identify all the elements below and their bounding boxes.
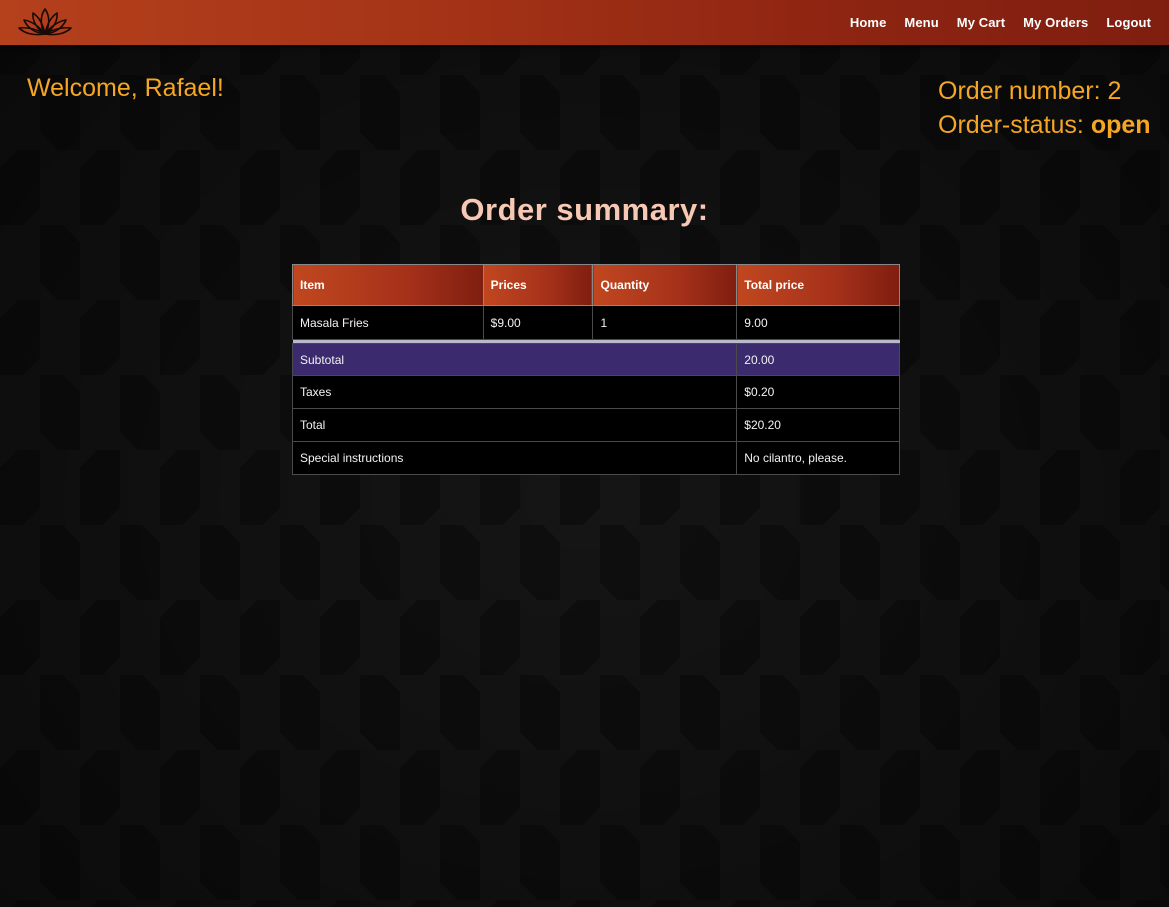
taxes-label: Taxes — [291, 375, 738, 409]
table-row: Masala Fries $9.00 1 9.00 — [292, 305, 900, 340]
order-summary-table: Item Prices Quantity Total price Masala … — [291, 264, 900, 475]
order-number: Order number: 2 — [938, 77, 1122, 105]
header-total-price: Total price — [736, 264, 900, 306]
instructions-row: Special instructions No cilantro, please… — [291, 441, 900, 475]
header-quantity: Quantity — [592, 264, 738, 306]
nav-links: Home Menu My Cart My Orders Logout — [850, 0, 1151, 45]
page-title: Order summary: — [460, 192, 709, 227]
lotus-logo-icon[interactable] — [17, 5, 73, 39]
header-item: Item — [292, 264, 484, 306]
total-value: $20.20 — [736, 408, 900, 442]
item-name: Masala Fries — [292, 305, 484, 340]
nav-home-link[interactable]: Home — [850, 15, 887, 30]
welcome-message: Welcome, Rafael! — [27, 74, 224, 102]
order-info: Order number: 2 Order-status: open — [938, 74, 1151, 142]
instructions-value: No cilantro, please. — [736, 441, 900, 475]
total-label: Total — [291, 408, 738, 442]
taxes-value: $0.20 — [736, 375, 900, 409]
order-status-value: open — [1090, 111, 1151, 139]
nav-menu-link[interactable]: Menu — [904, 15, 938, 30]
subtotal-value: 20.00 — [736, 343, 900, 376]
nav-my-cart-link[interactable]: My Cart — [957, 15, 1005, 30]
item-quantity: 1 — [592, 305, 738, 340]
item-total: 9.00 — [736, 305, 900, 340]
nav-my-orders-link[interactable]: My Orders — [1023, 15, 1088, 30]
subtotal-label: Subtotal — [291, 343, 738, 376]
order-status: Order-status: open — [938, 108, 1151, 142]
total-row: Total $20.20 — [291, 408, 900, 442]
item-price: $9.00 — [482, 305, 594, 340]
header-prices: Prices — [482, 264, 594, 306]
top-navbar: Home Menu My Cart My Orders Logout — [0, 0, 1169, 45]
nav-logout-link[interactable]: Logout — [1106, 15, 1151, 30]
taxes-row: Taxes $0.20 — [291, 375, 900, 409]
order-status-label: Order-status: — [938, 111, 1091, 139]
table-header-row: Item Prices Quantity Total price — [292, 264, 900, 306]
instructions-label: Special instructions — [291, 441, 738, 475]
subtotal-row: Subtotal 20.00 — [291, 343, 900, 376]
